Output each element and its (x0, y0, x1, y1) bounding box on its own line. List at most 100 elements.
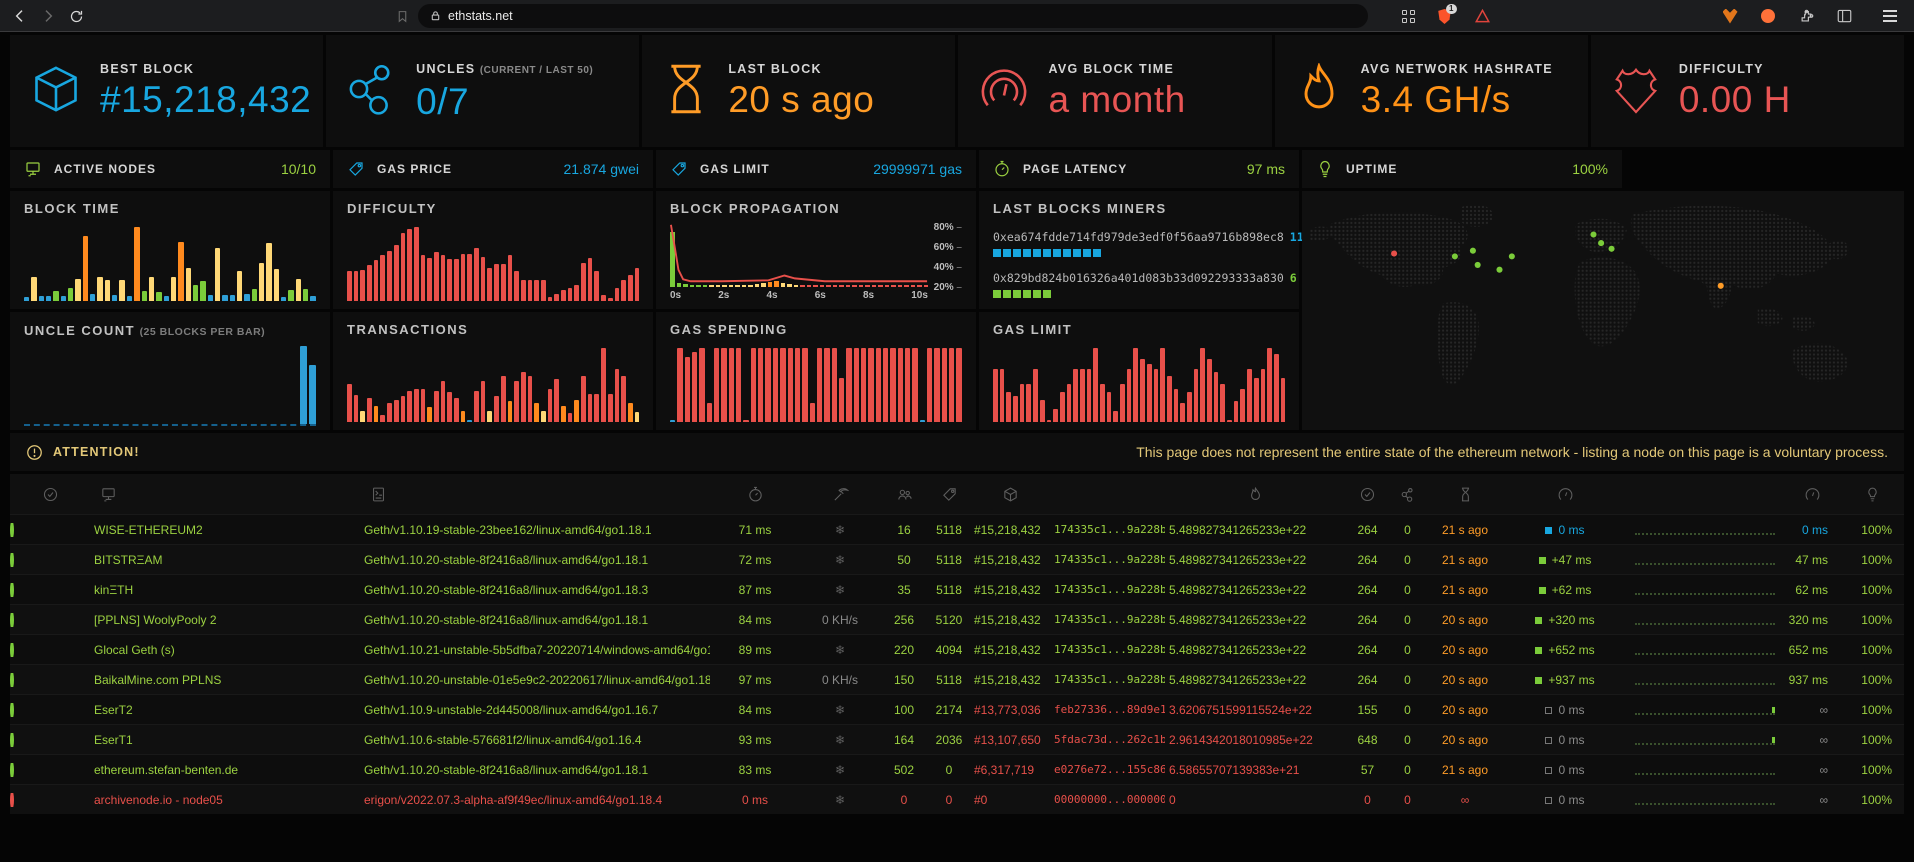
node-mining: ❄ (800, 583, 880, 597)
chart-bar (528, 376, 533, 422)
column-header-bulb-icon[interactable] (1840, 486, 1904, 503)
column-header-gauge-icon[interactable] (1785, 486, 1840, 503)
node-avg-propagation: 652 ms (1785, 643, 1840, 657)
column-header-uncles-sm-icon[interactable] (1390, 486, 1425, 503)
node-last-block-time: 21 s ago (1425, 583, 1505, 597)
chart-bar (568, 413, 573, 422)
chart-bar (387, 403, 392, 422)
chart-bar (846, 348, 851, 422)
node-block-uncles: 0 (1390, 613, 1425, 627)
node-name[interactable]: Glocal Geth (s) (90, 643, 360, 657)
column-header-flame-icon[interactable] (1165, 486, 1345, 503)
chart-bar (53, 291, 58, 301)
chart-bar (1194, 369, 1199, 422)
column-header-tag-icon[interactable] (928, 486, 970, 503)
column-header-check-circle-icon[interactable] (10, 486, 90, 503)
map-node-dot (1452, 253, 1458, 259)
node-status (10, 613, 90, 627)
node-peers: 16 (880, 523, 928, 537)
x-axis-label: 4s (767, 290, 778, 301)
node-name[interactable]: BITSTRΞAM (90, 553, 360, 567)
extensions-grid-icon[interactable] (1396, 4, 1420, 28)
node-latency: 83 ms (710, 763, 800, 777)
node-propagation-history (1625, 525, 1785, 535)
map-node-dot (1609, 246, 1615, 252)
node-client: Geth/v1.10.20-unstable-01e5e9c2-20220617… (360, 673, 710, 687)
y-axis-label: 60% (932, 242, 962, 253)
chart-bar (876, 348, 881, 422)
node-propagation-history (1625, 615, 1785, 625)
node-last-block-time: 20 s ago (1425, 673, 1505, 687)
node-name[interactable]: kinΞTH (90, 583, 360, 597)
chart-bar (474, 391, 479, 422)
reload-button[interactable] (64, 4, 88, 28)
node-name[interactable]: EserT2 (90, 703, 360, 717)
stat-label: GAS PRICE (377, 162, 551, 176)
column-header-users-icon[interactable] (880, 486, 928, 503)
node-client: Geth/v1.10.20-stable-8f2416a8/linux-amd6… (360, 553, 710, 567)
node-uptime: 100% (1840, 643, 1904, 657)
node-block-number: #15,218,432 (970, 643, 1050, 657)
node-row: BITSTRΞAMGeth/v1.10.20-stable-8f2416a8/l… (10, 544, 1904, 574)
uncles-icon (346, 63, 398, 120)
triangle-ext-icon[interactable] (1470, 4, 1494, 28)
column-header-terminal-icon[interactable] (360, 486, 710, 503)
miner-block-square (1013, 290, 1021, 298)
chart-bar (360, 270, 365, 301)
node-status (10, 733, 90, 747)
bulb-icon (1316, 160, 1334, 178)
node-name[interactable]: BaikalMine.com PPLNS (90, 673, 360, 687)
node-avg-propagation: 47 ms (1785, 553, 1840, 567)
node-block-number: #13,773,036 (970, 703, 1050, 717)
node-peers: 35 (880, 583, 928, 597)
address-bar[interactable]: ethstats.net (418, 4, 1368, 28)
column-header-gauge-icon[interactable] (1505, 486, 1625, 503)
node-last-block-time: ∞ (1425, 793, 1505, 807)
menu-button[interactable] (1878, 4, 1902, 28)
column-header-stopwatch-icon[interactable] (710, 486, 800, 503)
stat-sublabel: (CURRENT / LAST 50) (480, 65, 593, 76)
forward-button[interactable] (36, 4, 60, 28)
column-header-pickaxe-icon[interactable] (800, 486, 880, 503)
node-name[interactable]: [PPLNS] WoolyPooly 2 (90, 613, 360, 627)
chart-bar (521, 372, 526, 422)
bookmark-icon[interactable] (390, 4, 414, 28)
chart-bar (514, 271, 519, 301)
miner-block-square (993, 249, 1001, 257)
chart-bar (467, 420, 472, 422)
puzzle-ext-icon[interactable] (1794, 4, 1818, 28)
sidebar-ext-icon[interactable] (1832, 4, 1856, 28)
chart-bar (1281, 378, 1286, 422)
miner-block-square (993, 290, 1001, 298)
miner-block-square (1033, 249, 1041, 257)
chart-bar (788, 348, 793, 422)
column-header-cube-icon[interactable] (970, 486, 1050, 503)
orange-ext-icon[interactable] (1756, 4, 1780, 28)
chart-bar (208, 295, 213, 301)
node-name[interactable]: WISE-ETHEREUM2 (90, 523, 360, 537)
column-header-check-circle-icon[interactable] (1345, 486, 1390, 503)
chart-bar (898, 348, 903, 422)
node-avg-propagation: ∞ (1785, 733, 1840, 747)
node-latency: 84 ms (710, 613, 800, 627)
chart-bar (534, 280, 539, 301)
gas-limit-chart: GAS LIMIT (979, 312, 1299, 430)
chart-bar (1006, 392, 1011, 422)
map-node-dot (1391, 250, 1397, 256)
stat-label: AVG BLOCK TIME (1048, 62, 1185, 76)
node-name[interactable]: EserT1 (90, 733, 360, 747)
chart-bar (934, 348, 939, 422)
column-header-monitor-icon[interactable] (90, 486, 360, 503)
node-name[interactable]: archivenode.io - node05 (90, 793, 360, 807)
chart-bar (274, 269, 279, 301)
node-block-hash: 174335c1...9a228ba7 (1050, 553, 1165, 566)
chart-bar (699, 348, 704, 422)
node-name[interactable]: ethereum.stefan-benten.de (90, 763, 360, 777)
back-button[interactable] (8, 4, 32, 28)
chart-bar (487, 268, 492, 301)
chart-bar (1261, 369, 1266, 422)
uncles-panel: UNCLES (CURRENT / LAST 50) 0/7 (326, 35, 639, 147)
column-header-hourglass-icon[interactable] (1425, 486, 1505, 503)
metamask-ext-icon[interactable] (1718, 4, 1742, 28)
brave-shield-icon[interactable]: 1 (1432, 4, 1456, 28)
